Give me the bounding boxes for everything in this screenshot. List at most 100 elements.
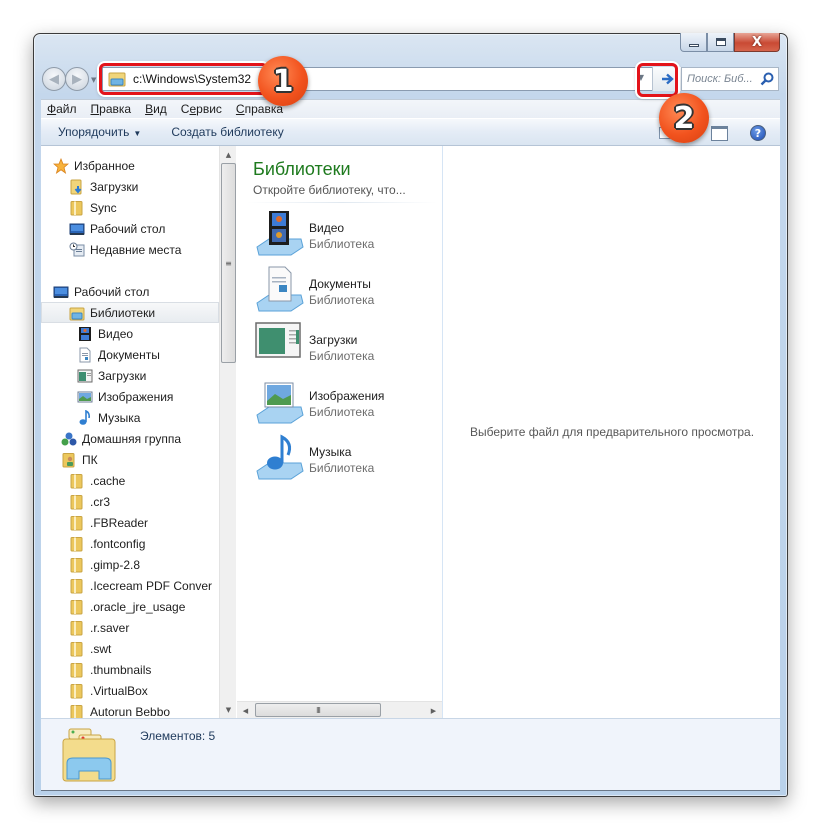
library-type: Библиотека (309, 405, 375, 419)
navigation-pane-scrollbar[interactable]: ▲ ≡ ▼ (219, 146, 236, 718)
nav-tree-item[interactable]: .FBReader (69, 512, 148, 533)
nav-tree-item-label: Autorun Bebbo (90, 704, 171, 719)
scroll-right-button[interactable]: ▶ (425, 702, 442, 719)
annotation-highlight-go-button (637, 63, 678, 97)
scroll-thumb[interactable]: III (255, 703, 381, 717)
libraries-pane: Библиотеки Откройте библиотеку, что... В… (237, 146, 443, 718)
library-item[interactable]: Видео Библиотека (255, 209, 435, 261)
nav-tree-item[interactable]: .gimp-2.8 (69, 554, 140, 575)
libraries-horizontal-scrollbar[interactable]: ◀ III ▶ (237, 701, 442, 718)
downloads-library-icon (77, 368, 93, 384)
nav-tree-item[interactable]: Рабочий стол (53, 281, 149, 302)
video-library-icon (255, 209, 305, 259)
libraries-icon (69, 305, 85, 321)
nav-tree-item-label: Музыка (98, 410, 141, 425)
nav-tree-item[interactable]: Загрузки (69, 176, 138, 197)
search-placeholder: Поиск: Биб... (687, 73, 753, 85)
navigation-pane: Избранное Загрузки Sync Рабочий стол Недавни… (41, 146, 219, 718)
nav-tree-item[interactable]: .swt (69, 638, 111, 659)
organize-button[interactable]: Упорядочить ▼ (58, 125, 141, 139)
create-library-button[interactable]: Создать библиотеку (171, 125, 283, 139)
library-item[interactable]: Загрузки Библиотека (255, 321, 435, 373)
nav-tree-item[interactable]: .oracle_jre_usage (69, 596, 185, 617)
nav-tree-item-label: Библиотеки (90, 305, 156, 320)
libraries-title: Библиотеки (253, 159, 351, 179)
items-count: Элементов: 5 (140, 729, 216, 743)
nav-tree-item-label: ПК (82, 452, 98, 467)
library-item[interactable]: Музыка Библиотека (255, 433, 435, 485)
downloads-folder-icon (69, 179, 85, 195)
folder-icon (69, 557, 85, 573)
nav-tree-item[interactable]: Библиотеки (41, 302, 219, 323)
scroll-left-button[interactable]: ◀ (237, 702, 254, 719)
nav-tree-item[interactable]: .cr3 (69, 491, 110, 512)
nav-tree-item-label: Загрузки (98, 368, 147, 383)
close-button[interactable]: X (734, 33, 780, 52)
library-item[interactable]: Документы Библиотека (255, 265, 435, 317)
menu-file[interactable]: Файл (47, 102, 77, 116)
nav-tree-item-label: .fontconfig (90, 536, 146, 551)
nav-tree-item[interactable]: .Icecream PDF Conver (69, 575, 212, 596)
nav-tree-item[interactable]: Autorun Bebbo (69, 701, 170, 718)
nav-tree-item-label: Рабочий стол (90, 221, 166, 236)
nav-tree-item[interactable]: Недавние места (69, 239, 181, 260)
nav-tree-item-label: Избранное (74, 158, 135, 173)
nav-tree-item[interactable]: Домашняя группа (61, 428, 181, 449)
search-icon[interactable] (760, 72, 774, 86)
library-type: Библиотека (309, 237, 375, 251)
close-icon: X (751, 34, 763, 50)
nav-tree-item[interactable]: Изображения (77, 386, 173, 407)
forward-button[interactable]: ▶ (65, 67, 89, 91)
nav-tree-item-label: .thumbnails (90, 662, 152, 677)
preview-pane: Выберите файл для предварительного просм… (444, 146, 780, 718)
minimize-button[interactable] (680, 33, 707, 52)
details-pane: Элементов: 5 (41, 718, 780, 791)
nav-tree-item-label: Документы (98, 347, 160, 362)
nav-tree-item-label: .oracle_jre_usage (90, 599, 186, 614)
libraries-large-icon (61, 725, 117, 783)
help-icon[interactable]: ? (750, 125, 766, 141)
scroll-up-button[interactable]: ▲ (220, 146, 237, 163)
nav-tree-item[interactable]: Загрузки (77, 365, 146, 386)
nav-tree-item[interactable]: ПК (61, 449, 98, 470)
nav-tree-item-label: .cr3 (90, 494, 111, 509)
nav-tree-item-label: Рабочий стол (74, 284, 150, 299)
desktop-icon (53, 284, 69, 300)
content-area: Избранное Загрузки Sync Рабочий стол Недавни… (41, 146, 780, 718)
libraries-subtitle: Откройте библиотеку, что... (253, 183, 406, 197)
folder-icon (69, 620, 85, 636)
caption-buttons: X (680, 33, 780, 52)
nav-tree-item[interactable]: .thumbnails (69, 659, 151, 680)
menu-tools[interactable]: Сервис (181, 102, 222, 116)
recent-pages-dropdown[interactable]: ▼ (91, 76, 96, 84)
library-name: Изображения (309, 389, 385, 403)
menu-edit[interactable]: Правка (91, 102, 132, 116)
scroll-down-button[interactable]: ▼ (220, 701, 237, 718)
library-name: Видео (309, 221, 345, 235)
nav-tree-item[interactable]: Видео (77, 323, 133, 344)
nav-tree-item-label: .Icecream PDF Conver (90, 578, 213, 593)
nav-tree-item[interactable]: .VirtualBox (69, 680, 148, 701)
nav-tree-item[interactable]: .fontconfig (69, 533, 145, 554)
annotation-badge-1: 1 (258, 56, 308, 106)
nav-tree-item[interactable]: Рабочий стол (69, 218, 165, 239)
preview-pane-toggle-icon[interactable] (711, 125, 728, 141)
back-button[interactable]: ◀ (42, 67, 66, 91)
nav-tree-item-label: Sync (90, 200, 117, 215)
nav-tree-item[interactable]: Sync (69, 197, 117, 218)
scroll-thumb[interactable]: ≡ (221, 163, 236, 363)
folder-icon (69, 494, 85, 510)
nav-tree-item[interactable]: Избранное (52, 155, 135, 176)
nav-tree-item[interactable]: .cache (69, 470, 125, 491)
nav-tree-item-label: .r.saver (90, 620, 130, 635)
library-type: Библиотека (309, 293, 375, 307)
video-library-icon (77, 326, 93, 342)
maximize-button[interactable] (707, 33, 734, 52)
menu-view[interactable]: Вид (145, 102, 167, 116)
nav-tree-item[interactable]: Музыка (77, 407, 140, 428)
nav-tree-item[interactable]: .r.saver (69, 617, 129, 638)
nav-tree-item[interactable]: Документы (77, 344, 160, 365)
library-item[interactable]: Изображения Библиотека (255, 377, 435, 429)
search-input[interactable]: Поиск: Биб... (681, 67, 779, 91)
explorer-window: X ◀ ▶ ▼ c:\Windows\System32 ▼ Поиск: Биб… (33, 33, 788, 797)
